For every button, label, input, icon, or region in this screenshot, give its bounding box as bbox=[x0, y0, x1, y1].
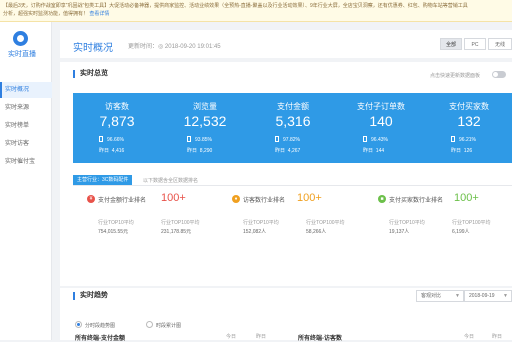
sidebar-item-ranking[interactable]: 实时榜单 bbox=[0, 118, 52, 134]
metric-value: 132 bbox=[457, 113, 481, 129]
metric-buyers: 支付买家数 132 96.21% 昨日 126 bbox=[425, 93, 512, 163]
metric-yesterday: 昨日 126 bbox=[451, 148, 473, 154]
industry-tag[interactable]: 主营行业：3C数码配件 bbox=[73, 175, 133, 185]
metric-value: 140 bbox=[369, 113, 393, 129]
metric-value: 5,316 bbox=[275, 113, 311, 129]
rank-value: 100+ bbox=[161, 192, 186, 204]
overview-title: 实时总览 bbox=[73, 70, 108, 78]
device-icon bbox=[187, 136, 191, 142]
metric-pct: 96.43% bbox=[363, 136, 388, 143]
metric-pct: 96.66% bbox=[99, 136, 124, 143]
metric-yesterday: 昨日 4,416 bbox=[99, 148, 125, 154]
legend-today: 今日 bbox=[226, 334, 237, 340]
rank-top100-value: 231,178.85元 bbox=[161, 229, 192, 235]
metric-label: 支付子订单数 bbox=[357, 102, 405, 111]
rank-top10-value: 754,015.55元 bbox=[98, 229, 129, 235]
rank-top100-value: 58,266人 bbox=[306, 229, 327, 235]
rank-top100-label: 行业TOP100平均 bbox=[452, 220, 491, 226]
refresh-toggle[interactable] bbox=[492, 71, 506, 78]
metric-yesterday: 昨日 8,290 bbox=[187, 148, 213, 154]
chevron-down-icon: ▼ bbox=[503, 293, 508, 299]
legend-today-2: 今日 bbox=[464, 334, 475, 340]
device-icon bbox=[363, 136, 367, 142]
rank-top10-value: 19,137人 bbox=[389, 229, 410, 235]
chart-left-title: 所有终端-支付金额 bbox=[75, 336, 125, 342]
metric-pct: 97.82% bbox=[275, 136, 300, 143]
radio-hourly[interactable] bbox=[75, 321, 82, 328]
chevron-down-icon: ▼ bbox=[455, 293, 460, 299]
metric-value: 7,873 bbox=[99, 113, 135, 129]
legend-yesterday-2: 昨日 bbox=[492, 334, 503, 340]
metric-label: 支付买家数 bbox=[449, 102, 489, 111]
metrics-panel: 访客数 7,873 96.66% 昨日 4,416 浏览量 12,532 93.… bbox=[73, 93, 512, 163]
sidebar-item-payment-reminder[interactable]: 实时催付宝 bbox=[0, 154, 52, 170]
metric-pageviews: 浏览量 12,532 93.85% 昨日 8,290 bbox=[161, 93, 249, 163]
metric-yesterday: 昨日 4,267 bbox=[275, 148, 301, 154]
overview-help: 点击快速更新数据面板 bbox=[430, 73, 481, 79]
rank-visitors: ♦ 访客数行业排名 100+ 行业TOP10平均 152,082人 行业TOP1… bbox=[232, 192, 377, 254]
rank-value: 100+ bbox=[297, 192, 322, 204]
metric-visitors: 访客数 7,873 96.66% 昨日 4,416 bbox=[73, 93, 161, 163]
legend-yesterday: 昨日 bbox=[256, 334, 267, 340]
page-header: 实时概况 更新时间：◎ 2018-09-20 19:01:45 全部 PC 无线 bbox=[60, 30, 512, 58]
rank-buyers: ■ 支付买家数行业排名 100+ 行业TOP10平均 19,137人 行业TOP… bbox=[378, 192, 512, 254]
update-time: 更新时间：◎ 2018-09-20 19:01:45 bbox=[128, 44, 221, 50]
rank-label: 支付买家数行业排名 bbox=[389, 198, 444, 204]
sidebar-logo-label: 实时直播 bbox=[8, 51, 36, 58]
buyer-icon: ■ bbox=[378, 195, 386, 203]
metric-sub-orders: 支付子订单数 140 96.43% 昨日 144 bbox=[337, 93, 425, 163]
rank-top10-label: 行业TOP10平均 bbox=[243, 220, 279, 226]
divider bbox=[73, 185, 512, 186]
rank-top10-label: 行业TOP10平均 bbox=[389, 220, 425, 226]
segment-pc[interactable]: PC bbox=[464, 38, 486, 50]
rank-top10-value: 152,082人 bbox=[243, 229, 267, 235]
banner-text-2: 分析，超强实时监测功能，值得拥有！ bbox=[3, 11, 89, 17]
compare-select[interactable]: 客观对比 ▼ bbox=[416, 290, 464, 302]
segment-all[interactable]: 全部 bbox=[440, 38, 462, 50]
page-title: 实时概况 bbox=[73, 43, 113, 54]
trend-title: 实时趋势 bbox=[73, 292, 108, 300]
device-icon bbox=[99, 136, 103, 142]
overview-card: 实时总览 点击快速更新数据面板 访客数 7,873 96.66% 昨日 4,41… bbox=[60, 62, 512, 286]
promo-banner: 【最后3天，订购作战室即享“巩固战”包类工具】大促活动必备神器，提供商家监控、活… bbox=[0, 0, 512, 22]
visitor-icon: ♦ bbox=[232, 195, 240, 203]
metric-pct: 93.85% bbox=[187, 136, 212, 143]
rank-label: 访客数行业排名 bbox=[243, 198, 286, 204]
device-icon bbox=[275, 136, 279, 142]
metric-value: 12,532 bbox=[183, 113, 227, 129]
industry-bar: 主营行业：3C数码配件 以下数据含全区数据排名 bbox=[73, 175, 512, 186]
sidebar: 实时直播 实时概况 实时来源 实时榜单 实时访客 实时催付宝 bbox=[0, 22, 52, 340]
trend-card: 实时趋势 客观对比 ▼ 2018-09-19 ▼ 分时段趋势图 时段累计图 所有终端… bbox=[60, 288, 512, 342]
date-select[interactable]: 2018-09-19 ▼ bbox=[464, 290, 512, 302]
metric-yesterday: 昨日 144 bbox=[363, 148, 385, 154]
sidebar-item-source[interactable]: 实时来源 bbox=[0, 100, 52, 116]
radio-cumulative-label: 时段累计图 bbox=[156, 323, 182, 329]
banner-link[interactable]: 查看详情 bbox=[89, 11, 109, 17]
metric-payment-amount: 支付金额 5,316 97.82% 昨日 4,267 bbox=[249, 93, 337, 163]
segment-mobile[interactable]: 无线 bbox=[488, 38, 512, 50]
rank-label: 支付金额行业排名 bbox=[98, 198, 147, 204]
device-icon bbox=[451, 136, 455, 142]
rank-top100-value: 6,199人 bbox=[452, 229, 470, 235]
radio-hourly-label: 分时段趋势图 bbox=[85, 323, 116, 329]
metric-label: 访客数 bbox=[105, 102, 129, 111]
radio-cumulative[interactable] bbox=[146, 321, 153, 328]
rank-top10-label: 行业TOP10平均 bbox=[98, 220, 134, 226]
metric-label: 支付金额 bbox=[277, 102, 309, 111]
yuan-icon: ¥ bbox=[87, 195, 95, 203]
sidebar-item-overview[interactable]: 实时概况 bbox=[0, 82, 52, 98]
chart-right-title: 所有终端-访客数 bbox=[298, 336, 342, 342]
rank-top100-label: 行业TOP100平均 bbox=[161, 220, 200, 226]
live-logo-icon bbox=[13, 31, 28, 46]
metric-label: 浏览量 bbox=[193, 102, 217, 111]
banner-text: 【最后3天，订购作战室即享“巩固战”包类工具】大促活动必备神器，提供商家监控、活… bbox=[3, 3, 468, 9]
rank-payment: ¥ 支付金额行业排名 100+ 行业TOP10平均 754,015.55元 行业… bbox=[87, 192, 232, 254]
rank-value: 100+ bbox=[454, 192, 479, 204]
industry-note: 以下数据含全区数据排名 bbox=[143, 178, 199, 184]
sidebar-item-visitors[interactable]: 实时访客 bbox=[0, 136, 52, 152]
metric-pct: 96.21% bbox=[451, 136, 476, 143]
rank-top100-label: 行业TOP100平均 bbox=[306, 220, 345, 226]
